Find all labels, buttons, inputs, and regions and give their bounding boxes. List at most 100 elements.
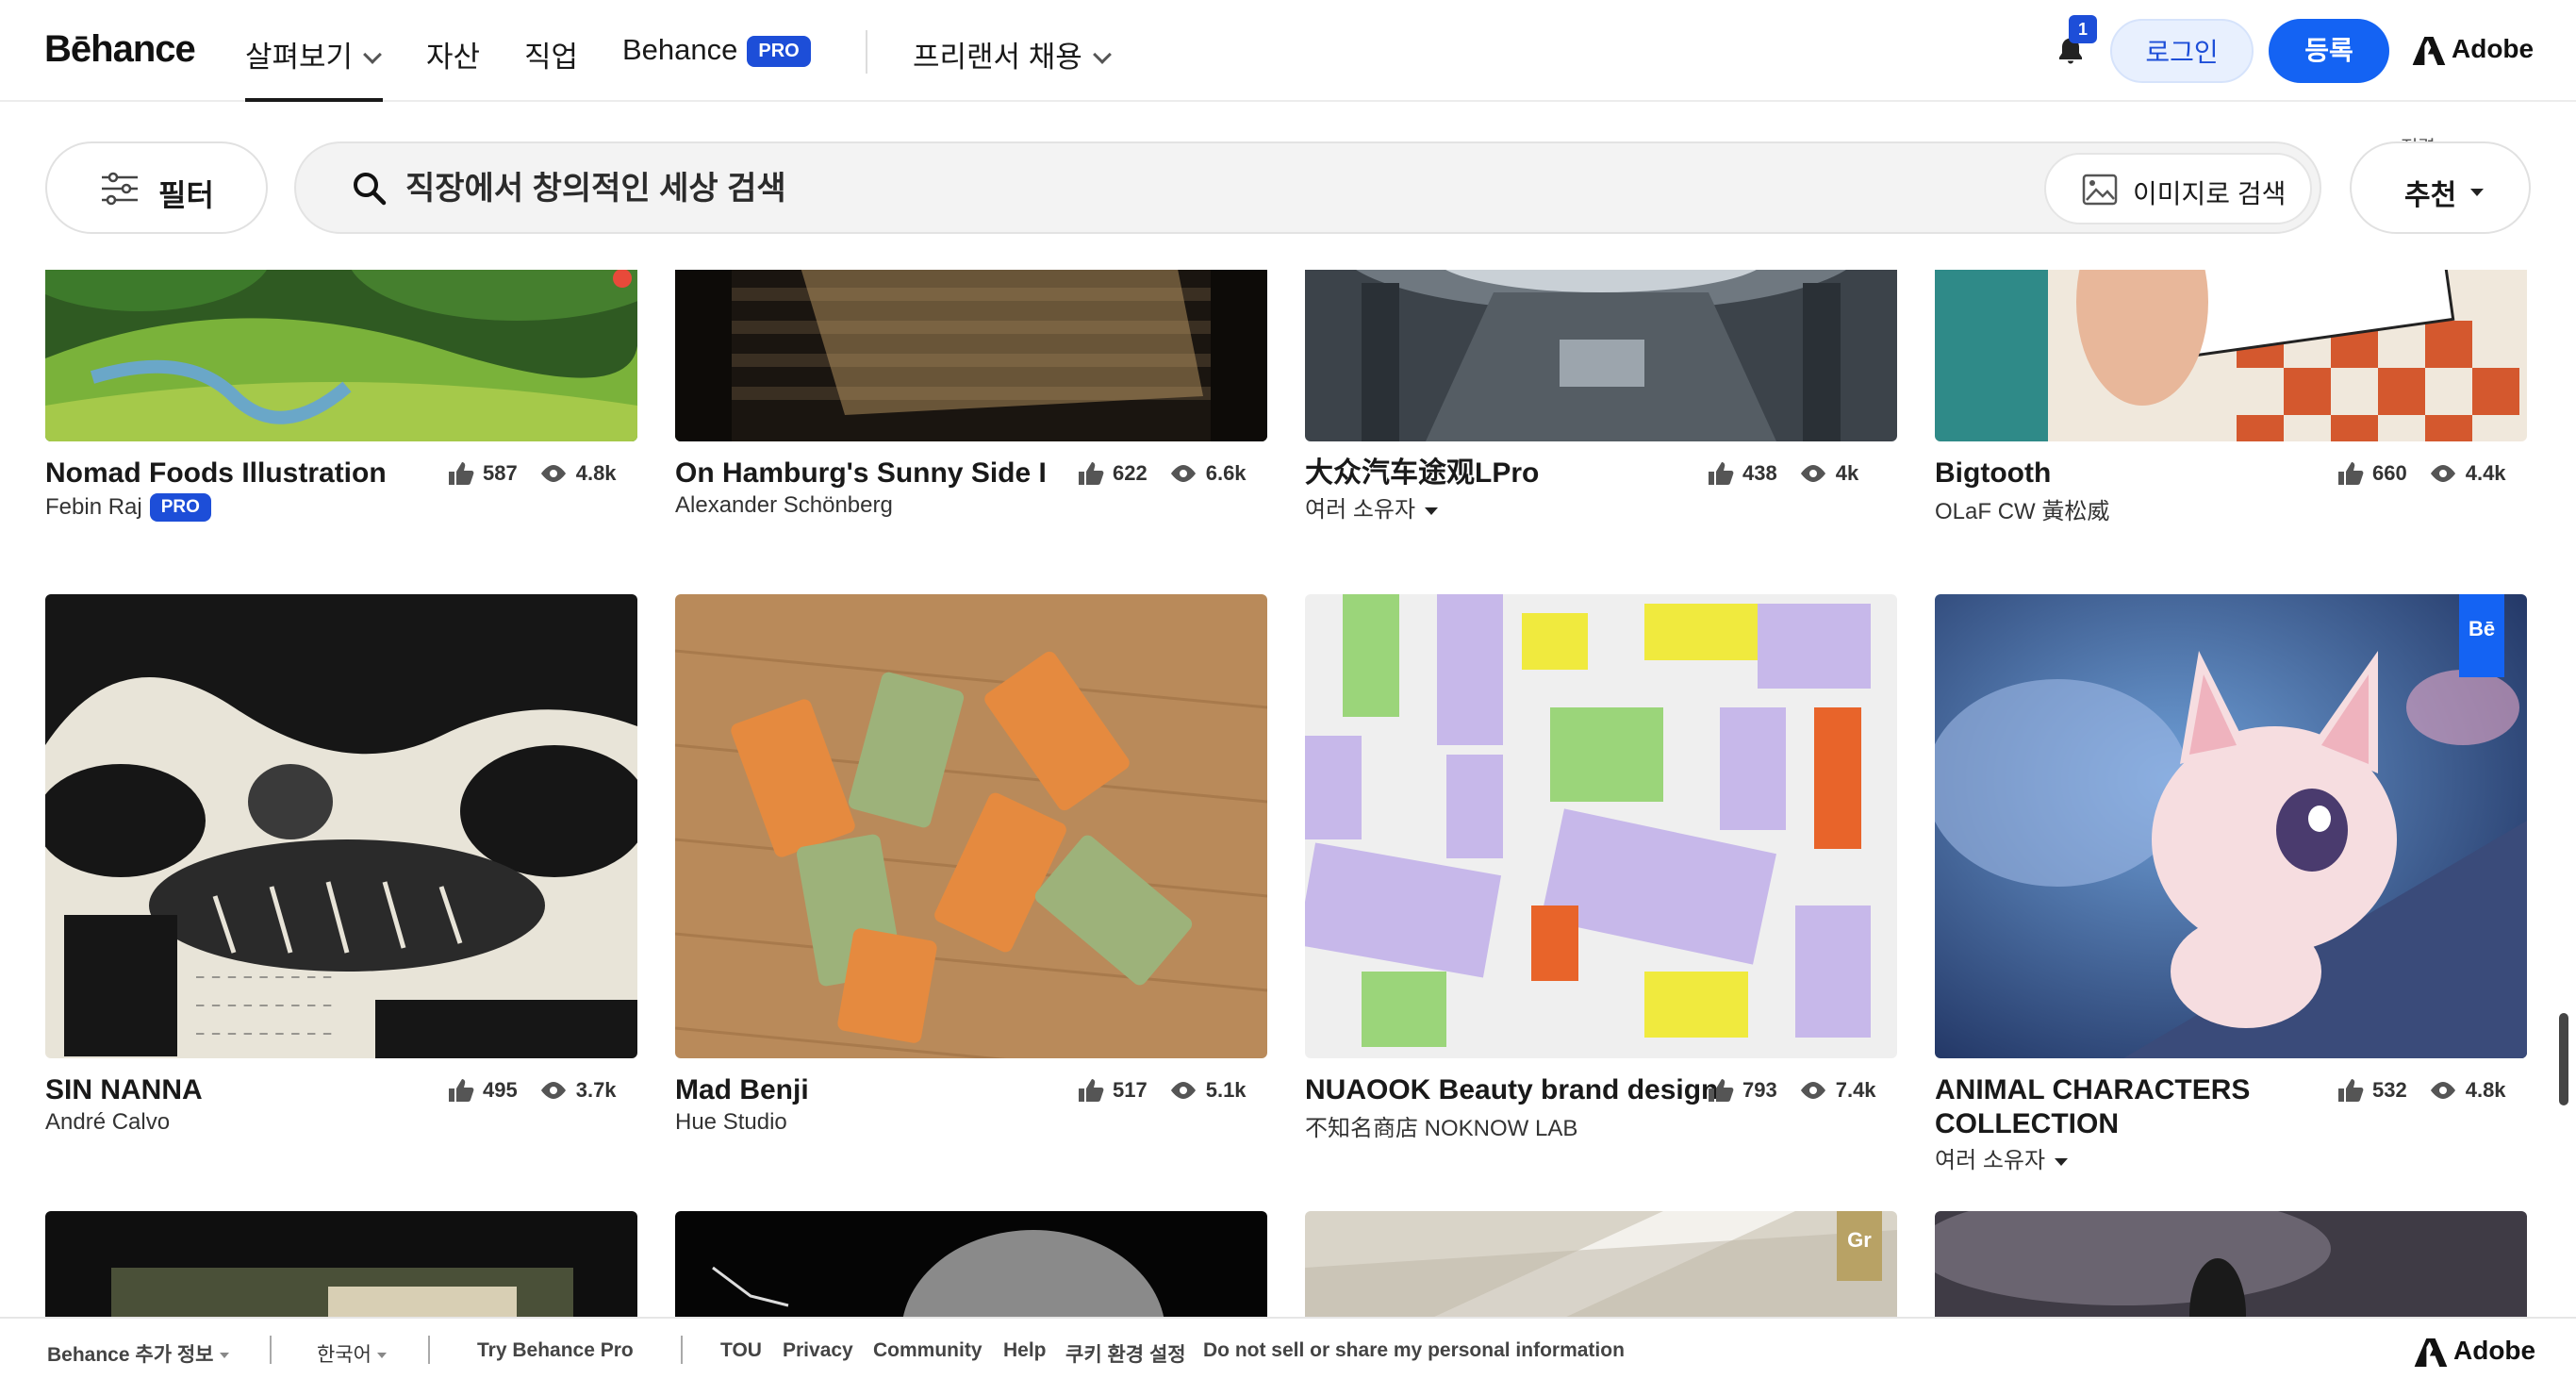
project-owner[interactable]: Hue Studio: [675, 1109, 787, 1136]
footer-language-label: 한국어: [317, 1344, 372, 1366]
project-owner[interactable]: André Calvo: [45, 1109, 170, 1136]
project-thumbnail[interactable]: [675, 1211, 1267, 1324]
nav-assets[interactable]: 자산: [426, 33, 480, 75]
filter-label: 필터: [158, 178, 214, 212]
project-title[interactable]: NUAOOK Beauty brand design: [1305, 1073, 1718, 1107]
project-thumbnail[interactable]: [45, 1211, 637, 1324]
project-title[interactable]: ANIMAL CHARACTERS COLLECTION: [1935, 1073, 2331, 1141]
project-image: [1305, 594, 1897, 1058]
project-owner[interactable]: Febin Raj PRO: [45, 493, 211, 523]
multiple-owners-dropdown[interactable]: 여러 소유자: [1305, 490, 1439, 523]
thumbs-up-icon: [449, 462, 474, 485]
behance-pick-badge: Bē: [2459, 594, 2504, 677]
adobe-link[interactable]: Adobe: [2412, 34, 2534, 65]
project-thumbnail[interactable]: [1935, 1211, 2527, 1324]
footer-cookie-settings[interactable]: 쿠키 환경 설정: [1065, 1339, 1186, 1368]
gallery-badge: Gr: [1837, 1211, 1882, 1281]
project-owner[interactable]: OLaF CW 黃松威: [1935, 492, 2109, 525]
project-thumbnail[interactable]: — — — — — — — — — — — — — — — — — — — — — …: [45, 594, 637, 1058]
footer-tou[interactable]: TOU: [720, 1339, 762, 1362]
project-stats: 532 4.8k: [2337, 1077, 2527, 1104]
project-image: — — — — — — — — — — — — — — — — — — — — — …: [45, 594, 637, 1058]
like-count: 495: [483, 1078, 518, 1102]
project-image: [45, 1211, 637, 1324]
nav-behance-pro[interactable]: Behance PRO: [622, 33, 811, 70]
filter-button[interactable]: 필터: [45, 141, 268, 234]
view-count: 4k: [1835, 461, 1859, 485]
owner-name: 여러 소유자: [1305, 497, 1416, 523]
thumbs-up-icon: [2338, 462, 2364, 485]
multiple-owners-dropdown[interactable]: 여러 소유자: [1935, 1141, 2069, 1174]
thumbs-up-icon: [1709, 462, 1734, 485]
project-title[interactable]: On Hamburg's Sunny Side I: [675, 457, 1047, 490]
project-title[interactable]: Mad Benji: [675, 1073, 809, 1107]
project-thumbnail[interactable]: [1305, 1211, 1897, 1324]
footer-privacy[interactable]: Privacy: [783, 1339, 853, 1362]
owner-pro-badge: PRO: [149, 493, 211, 522]
nav-divider: [866, 30, 867, 74]
like-count: 622: [1113, 461, 1148, 485]
nav-active-indicator: [245, 98, 383, 102]
footer-language[interactable]: 한국어: [317, 1339, 387, 1368]
nav-behance-pro-label: Behance: [622, 33, 738, 66]
nav-hire-freelancers[interactable]: 프리랜서 채용: [913, 33, 1112, 75]
thumbs-up-icon: [449, 1079, 474, 1102]
view-count: 4.8k: [575, 461, 617, 485]
search-input[interactable]: [405, 164, 2008, 213]
image-icon: [2082, 174, 2118, 206]
project-title[interactable]: SIN NANNA: [45, 1073, 203, 1107]
project-image: [675, 594, 1267, 1058]
eye-icon: [1800, 1082, 1825, 1099]
behance-logo[interactable]: Bēhance: [44, 28, 196, 71]
nav-jobs[interactable]: 직업: [524, 33, 578, 75]
owner-name: 여러 소유자: [1935, 1148, 2046, 1173]
like-count: 517: [1113, 1078, 1148, 1102]
project-title[interactable]: Bigtooth: [1935, 457, 2051, 490]
eye-icon: [2430, 465, 2455, 482]
scrollbar-thumb[interactable]: [2559, 1013, 2568, 1105]
top-navigation: Bēhance 살펴보기 자산 직업 Behance PRO 프리랜서 채용 1 …: [0, 0, 2576, 102]
footer-adobe-label: Adobe: [2453, 1336, 2536, 1365]
footer-try-pro[interactable]: Try Behance Pro: [477, 1339, 634, 1362]
project-image: [675, 1211, 1267, 1324]
chevron-down-icon: [1092, 45, 1112, 64]
thumbs-up-icon: [1079, 1079, 1104, 1102]
project-stats: 517 5.1k: [1077, 1077, 1267, 1104]
footer-more-info[interactable]: Behance 추가 정보: [47, 1339, 229, 1368]
project-title[interactable]: Nomad Foods Illustration: [45, 457, 387, 490]
footer-divider: [681, 1336, 683, 1364]
eye-icon: [540, 1082, 566, 1099]
nav-explore-label: 살펴보기: [245, 41, 354, 74]
eye-icon: [1170, 1082, 1196, 1099]
svg-text:— — — — — — — — —: — — — — — — — — —: [196, 1026, 332, 1041]
footer: Behance 추가 정보 한국어 Try Behance Pro TOU Pr…: [0, 1317, 2576, 1379]
eye-icon: [540, 465, 566, 482]
login-button[interactable]: 로그인: [2110, 19, 2254, 83]
project-thumbnail[interactable]: [1935, 594, 2527, 1058]
sort-dropdown[interactable]: 추천: [2350, 141, 2531, 234]
like-count: 793: [1742, 1078, 1777, 1102]
notification-count-badge: 1: [2069, 15, 2097, 43]
signup-button[interactable]: 등록: [2269, 19, 2389, 83]
footer-adobe-link[interactable]: Adobe: [2414, 1336, 2535, 1367]
nav-explore[interactable]: 살펴보기: [245, 33, 382, 75]
project-thumbnail[interactable]: [675, 594, 1267, 1058]
footer-community[interactable]: Community: [873, 1339, 983, 1362]
pro-badge: PRO: [747, 36, 811, 67]
project-owner[interactable]: Alexander Schönberg: [675, 492, 893, 519]
footer-help[interactable]: Help: [1003, 1339, 1047, 1362]
footer-divider: [270, 1336, 272, 1364]
footer-divider: [428, 1336, 430, 1364]
view-count: 3.7k: [575, 1078, 617, 1102]
project-thumbnail[interactable]: [1305, 594, 1897, 1058]
footer-do-not-sell[interactable]: Do not sell or share my personal informa…: [1203, 1339, 1625, 1362]
project-stats: 495 3.7k: [447, 1077, 637, 1104]
caret-down-icon: [2470, 189, 2484, 196]
svg-text:— — — — — — — — —: — — — — — — — — —: [196, 970, 332, 985]
image-search-button[interactable]: 이미지로 검색: [2044, 153, 2312, 224]
project-owner[interactable]: 不知名商店 NOKNOW LAB: [1305, 1109, 1577, 1142]
project-title[interactable]: 大众汽车途观LPro: [1305, 457, 1539, 490]
caret-down-icon: [2055, 1158, 2069, 1166]
search-toolbar: 필터 이미지로 검색 정렬 추천: [0, 104, 2576, 270]
caret-down-icon: [1425, 507, 1439, 515]
